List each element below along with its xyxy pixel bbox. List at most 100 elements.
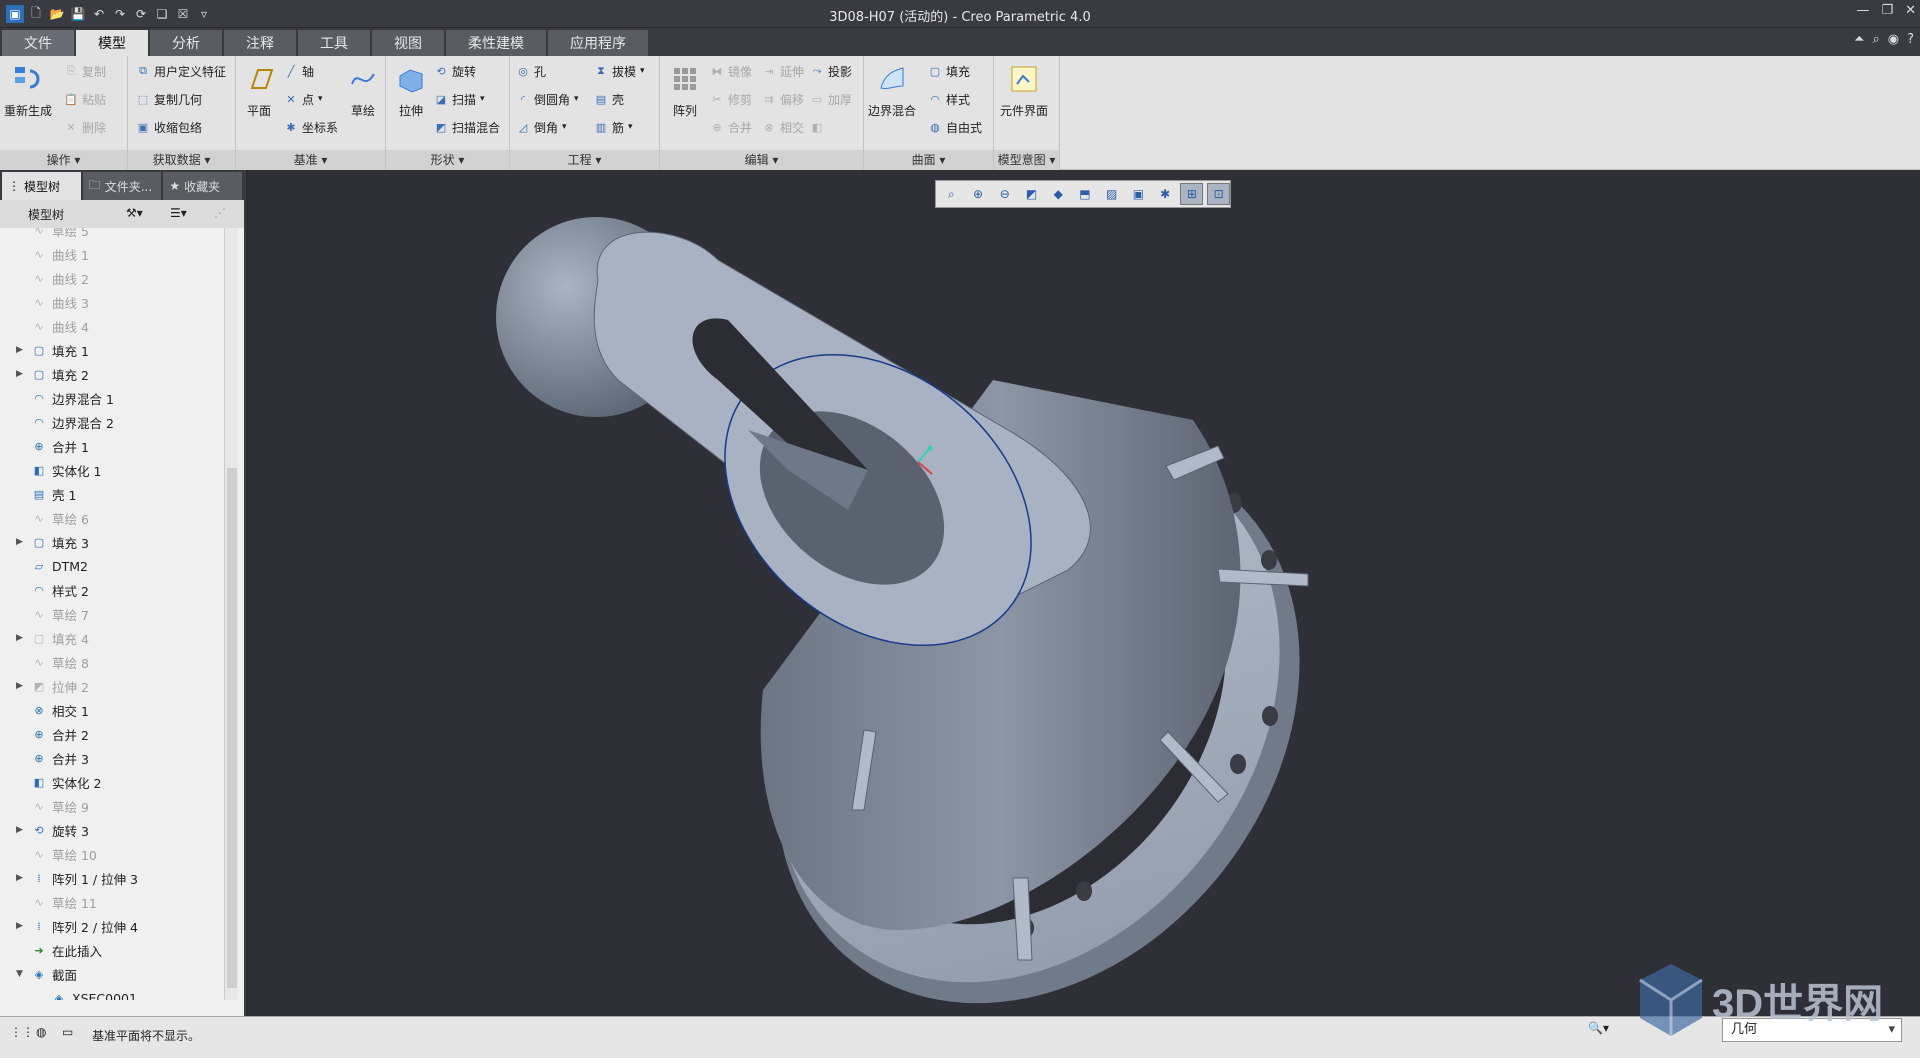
tab-tools[interactable]: 工具 xyxy=(298,30,370,56)
community-icon[interactable]: ◉ xyxy=(1888,32,1899,47)
tab-annotate[interactable]: 注释 xyxy=(224,30,296,56)
tree-item[interactable]: ▼ ◈ 截面 xyxy=(0,962,222,986)
trim-button[interactable]: ✂ 修剪 xyxy=(710,88,752,110)
find-icon[interactable]: 🔍▾ xyxy=(1588,1021,1609,1035)
mirror-button[interactable]: ⧓ 镜像 xyxy=(710,60,753,82)
tree-item[interactable]: ∿ 草绘 8 xyxy=(0,650,222,674)
show-navigator-icon[interactable]: ⋮⋮ xyxy=(10,1025,34,1039)
tab-model-tree[interactable]: ⋮ 模型树 xyxy=(2,172,81,200)
zoom-in-icon[interactable]: ⊕ xyxy=(967,183,990,205)
help-icon[interactable]: ? xyxy=(1907,32,1914,47)
freestyle-button[interactable]: ◍ 自由式 xyxy=(928,116,982,138)
tree-item[interactable]: ◠ 边界混合 1 xyxy=(0,386,222,410)
expand-toggle-icon[interactable]: ▶ xyxy=(16,537,23,547)
datum-display-icon[interactable]: ✱ xyxy=(1154,183,1177,205)
tree-item[interactable]: ∿ 草绘 7 xyxy=(0,602,222,626)
expand-toggle-icon[interactable]: ▶ xyxy=(16,633,23,643)
group-label-surfaces[interactable]: 曲面 ▾ xyxy=(864,150,993,170)
tree-item[interactable]: ▶ ▢ 填充 2 xyxy=(0,362,222,386)
style-button[interactable]: ◠ 样式 xyxy=(928,88,970,110)
tree-item[interactable]: ∿ 草绘 11 xyxy=(0,890,222,914)
tree-item[interactable]: ∿ 草绘 10 xyxy=(0,842,222,866)
close-button[interactable]: ✕ xyxy=(1905,3,1916,18)
axis-button[interactable]: ╱ 轴 xyxy=(284,60,314,82)
group-label-shapes[interactable]: 形状 ▾ xyxy=(386,150,509,170)
pattern-button[interactable]: 阵列 xyxy=(668,62,702,119)
expand-toggle-icon[interactable]: ▶ xyxy=(16,921,23,931)
tab-file[interactable]: 文件 xyxy=(2,30,74,56)
tree-item[interactable]: ▶ ▢ 填充 1 xyxy=(0,338,222,362)
tree-item[interactable]: ◈ XSEC0001 xyxy=(0,986,222,1001)
tree-item[interactable]: ⊕ 合并 2 xyxy=(0,722,222,746)
tab-model[interactable]: 模型 xyxy=(76,30,148,56)
search-icon[interactable]: ⌕ xyxy=(1872,32,1879,47)
rib-button[interactable]: ▥ 筋 ▾ xyxy=(594,116,633,138)
delete-button[interactable]: ✕ 删除 xyxy=(64,116,106,138)
group-label-get-data[interactable]: 获取数据 ▾ xyxy=(128,150,235,170)
tree-columns-icon[interactable]: ☰▾ xyxy=(170,206,187,220)
tree-item[interactable]: ◧ 实体化 1 xyxy=(0,458,222,482)
perspective-icon[interactable]: ▣ xyxy=(1127,183,1150,205)
chamfer-button[interactable]: ◿ 倒角 ▾ xyxy=(516,116,567,138)
tab-analysis[interactable]: 分析 xyxy=(150,30,222,56)
tree-item[interactable]: ∿ 曲线 2 xyxy=(0,266,222,290)
group-label-engineering[interactable]: 工程 ▾ xyxy=(510,150,659,170)
tree-item[interactable]: ➜ 在此插入 xyxy=(0,938,222,962)
expand-toggle-icon[interactable]: ▶ xyxy=(16,369,23,379)
tree-item[interactable]: ▶ ⁞ 阵列 1 / 拉伸 3 xyxy=(0,866,222,890)
swept-blend-button[interactable]: ◩ 扫描混合 xyxy=(434,116,500,138)
collapse-ribbon-icon[interactable]: ⏶ xyxy=(1854,32,1864,47)
intersect-button[interactable]: ⊗ 相交 xyxy=(762,116,804,138)
project-button[interactable]: ⤳ 投影 xyxy=(810,60,852,82)
tree-item[interactable]: ⊕ 合并 3 xyxy=(0,746,222,770)
tree-item[interactable]: ▶ ⟲ 旋转 3 xyxy=(0,818,222,842)
tab-favorites[interactable]: ★ 收藏夹 xyxy=(163,172,243,200)
tree-settings-icon[interactable]: ⚒▾ xyxy=(126,206,143,220)
tree-filter-icon[interactable]: ⋰ xyxy=(214,206,226,220)
thicken-button[interactable]: ▭ 加厚 xyxy=(810,88,852,110)
component-interface-button[interactable]: 元件界面 xyxy=(1000,62,1048,119)
regenerate-button[interactable]: 重新生成 xyxy=(4,62,52,119)
hole-button[interactable]: ◎ 孔 xyxy=(516,60,546,82)
display-style-icon[interactable]: ◆ xyxy=(1047,183,1070,205)
boundary-blend-button[interactable]: 边界混合 xyxy=(868,62,916,119)
tab-flexible-modeling[interactable]: 柔性建模 xyxy=(446,30,546,56)
expand-toggle-icon[interactable]: ▼ xyxy=(16,969,23,979)
expand-toggle-icon[interactable]: ▶ xyxy=(16,825,23,835)
tree-item[interactable]: ∿ 草绘 5 xyxy=(0,228,222,242)
annotation-display-icon[interactable]: ⊡ xyxy=(1207,183,1230,205)
tree-item[interactable]: ⊗ 相交 1 xyxy=(0,698,222,722)
expand-toggle-icon[interactable]: ▶ xyxy=(16,681,23,691)
tab-folder-browser[interactable]: 🗀 文件夹... xyxy=(82,172,162,200)
udf-button[interactable]: ⧉ 用户定义特征 xyxy=(136,60,226,82)
minimize-button[interactable]: — xyxy=(1856,3,1869,18)
tree-item[interactable]: ⊕ 合并 1 xyxy=(0,434,222,458)
tree-item[interactable]: ∿ 草绘 9 xyxy=(0,794,222,818)
tree-item[interactable]: ▶ ▢ 填充 4 xyxy=(0,626,222,650)
restore-button[interactable]: ❐ xyxy=(1881,3,1893,18)
csys-button[interactable]: ✱ 坐标系 xyxy=(284,116,338,138)
round-button[interactable]: ◜ 倒圆角 ▾ xyxy=(516,88,579,110)
paste-button[interactable]: 📋 粘贴 xyxy=(64,88,106,110)
revolve-button[interactable]: ⟲ 旋转 xyxy=(434,60,476,82)
extend-button[interactable]: ⇥ 延伸 xyxy=(762,60,804,82)
scrollbar-thumb[interactable] xyxy=(227,468,237,988)
tree-item[interactable]: ▶ ▢ 填充 3 xyxy=(0,530,222,554)
group-label-datum[interactable]: 基准 ▾ xyxy=(236,150,385,170)
tab-view[interactable]: 视图 xyxy=(372,30,444,56)
expand-toggle-icon[interactable]: ▶ xyxy=(16,345,23,355)
refit-icon[interactable]: ⌕ xyxy=(940,183,963,205)
point-button[interactable]: ✕ 点 ▾ xyxy=(284,88,322,110)
tree-item[interactable]: ▶ ⁞ 阵列 2 / 拉伸 4 xyxy=(0,914,222,938)
tree-item[interactable]: ∿ 曲线 3 xyxy=(0,290,222,314)
tab-applications[interactable]: 应用程序 xyxy=(548,30,648,56)
group-label-model-intent[interactable]: 模型意图 ▾ xyxy=(994,150,1059,170)
shell-button[interactable]: ▤ 壳 xyxy=(594,88,624,110)
group-label-editing[interactable]: 编辑 ▾ xyxy=(660,150,863,170)
merge-button[interactable]: ⊕ 合并 xyxy=(710,116,752,138)
fill-button[interactable]: ▢ 填充 xyxy=(928,60,970,82)
graphics-window[interactable] xyxy=(248,170,1920,1016)
solidify-button[interactable]: ◧ xyxy=(810,116,824,138)
tree-scrollbar[interactable] xyxy=(224,228,238,1000)
datum-plane-button[interactable]: 平面 xyxy=(242,62,276,119)
